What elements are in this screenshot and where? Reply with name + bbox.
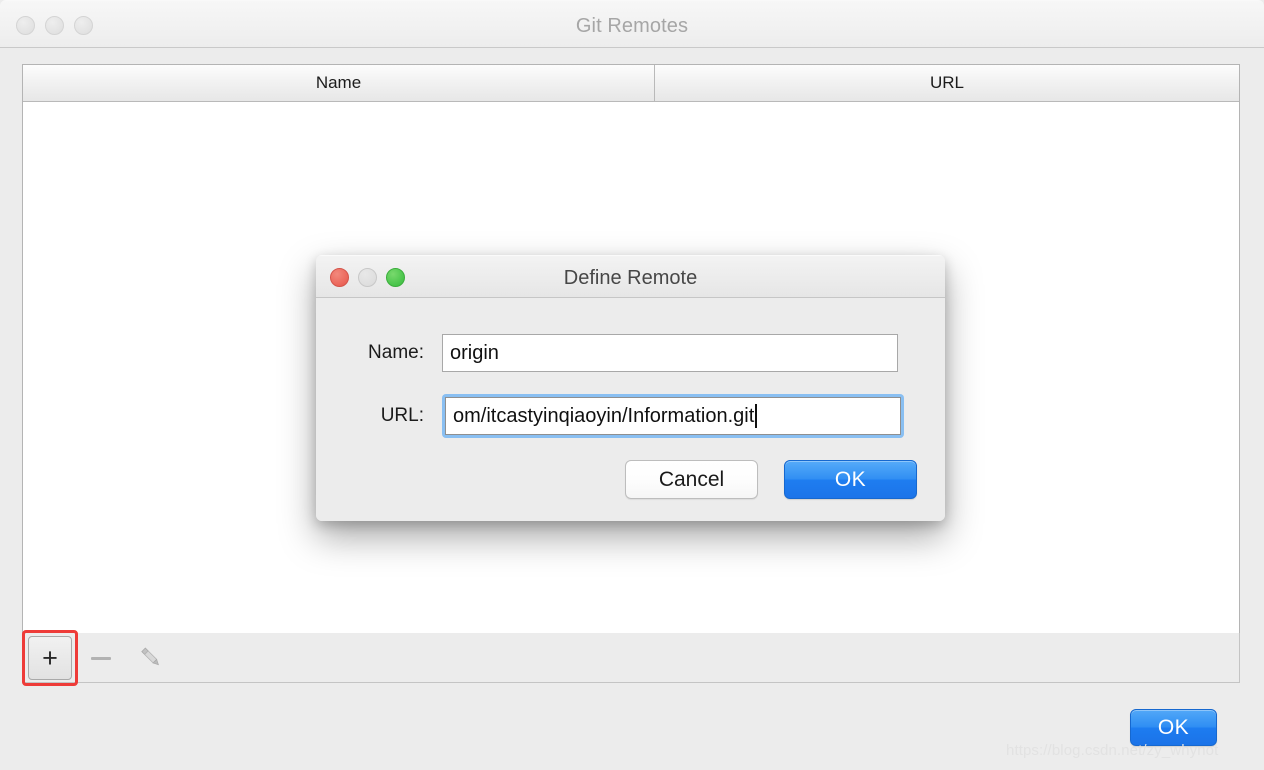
url-input-value: om/itcastyinqiaoyin/Information.git (453, 404, 755, 427)
add-remote-button[interactable]: + (28, 636, 72, 680)
pencil-icon (141, 647, 159, 666)
dialog-ok-button-label: OK (834, 467, 867, 491)
window-ok-button[interactable]: OK (1130, 709, 1217, 746)
name-field-row: Name: origin (340, 334, 898, 372)
window-titlebar: Git Remotes (0, 0, 1264, 48)
remotes-toolbar (22, 633, 1240, 683)
name-field-label: Name: (368, 342, 424, 363)
url-field-label: URL: (380, 405, 424, 426)
cancel-button-label: Cancel (658, 467, 725, 491)
url-field-row: URL: om/itcastyinqiaoyin/Information.git (340, 394, 904, 438)
cancel-button[interactable]: Cancel (625, 460, 758, 499)
url-input-focus-ring: om/itcastyinqiaoyin/Information.git (442, 394, 904, 438)
dialog-body: Name: origin URL: om/itcastyinqiaoyin/In… (316, 298, 945, 521)
define-remote-dialog: Define Remote Name: origin URL: om/itcas… (316, 255, 945, 521)
remove-remote-button[interactable] (88, 650, 114, 666)
name-input[interactable]: origin (442, 334, 898, 372)
dialog-button-row: Cancel OK (625, 460, 917, 499)
plus-icon: + (42, 642, 58, 673)
edit-remote-button[interactable] (136, 643, 166, 673)
page-title: Git Remotes (575, 15, 689, 37)
dialog-titlebar: Define Remote (316, 255, 945, 298)
git-remotes-window: Git Remotes Name URL + OK https://blog.c… (0, 0, 1264, 770)
text-caret (755, 404, 758, 428)
minus-icon (91, 656, 111, 660)
url-input[interactable]: om/itcastyinqiaoyin/Information.git (445, 397, 901, 435)
dialog-ok-button[interactable]: OK (784, 460, 917, 499)
table-header-row: Name URL (23, 65, 1239, 102)
watermark-text: https://blog.csdn.net/zy_whynot (1006, 742, 1219, 759)
column-header-url[interactable]: URL (655, 65, 1239, 101)
add-remote-button-group: + (22, 630, 78, 686)
window-ok-label: OK (1157, 715, 1190, 739)
dialog-title: Define Remote (563, 267, 698, 289)
column-header-name[interactable]: Name (23, 65, 655, 101)
